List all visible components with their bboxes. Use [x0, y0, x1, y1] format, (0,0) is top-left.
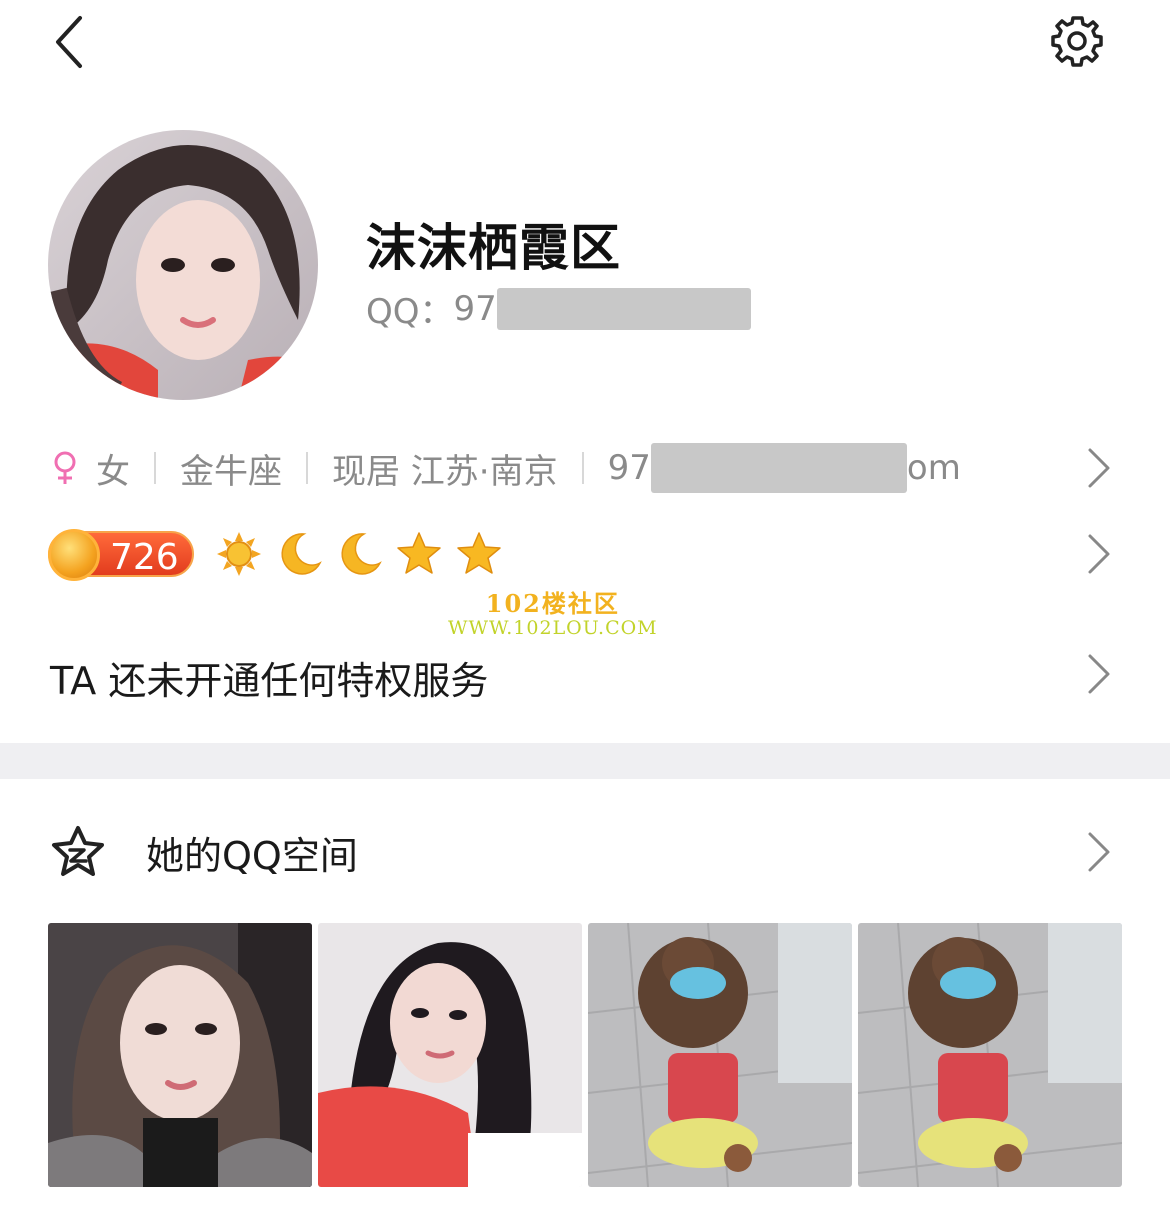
location-text: 现居 江苏·南京: [332, 451, 558, 492]
star-icon: [397, 532, 441, 574]
level-badge: 726: [48, 529, 194, 581]
watermark-url: WWW.102LOU.COM: [448, 617, 658, 639]
divider: [306, 452, 308, 484]
gender-text: 女: [96, 451, 130, 492]
level-value: 726: [110, 537, 179, 578]
chevron-right-icon: [1088, 832, 1110, 872]
chevron-right-icon: [1088, 448, 1110, 488]
chevron-right-icon: [1088, 654, 1110, 694]
zodiac-text: 金牛座: [180, 451, 282, 492]
top-bar: [0, 0, 1170, 90]
qzone-photo[interactable]: [588, 923, 852, 1187]
chevron-right-icon: [1088, 534, 1110, 574]
divider: [154, 452, 156, 484]
qzone-photo[interactable]: [48, 923, 312, 1187]
level-row[interactable]: 726: [48, 528, 502, 581]
moon-icon: [281, 533, 322, 575]
qzone-star-icon: [52, 826, 104, 876]
back-button[interactable]: [50, 14, 90, 70]
moon-icon: [341, 533, 382, 575]
divider: [581, 452, 584, 484]
watermark-title: 102楼社区: [485, 589, 620, 618]
qq-number: QQ： 97: [366, 284, 751, 333]
email-prefix: 97: [607, 448, 651, 488]
settings-button[interactable]: [1050, 14, 1104, 68]
qzone-label: 她的QQ空间: [146, 833, 358, 878]
chevron-left-icon: [56, 16, 82, 68]
sun-icon: [217, 532, 261, 576]
qq-redaction: [496, 287, 751, 330]
qq-label: QQ：: [366, 292, 454, 332]
info-row[interactable]: 女 金牛座 现居 江苏·南京 97 om: [50, 440, 1120, 496]
star-icon: [457, 532, 501, 574]
avatar[interactable]: [48, 130, 318, 400]
section-divider: [0, 743, 1170, 779]
nickname: 沫沫栖霞区: [366, 219, 621, 277]
email-redaction: [650, 443, 907, 493]
female-icon: [54, 451, 76, 484]
qzone-photo[interactable]: [318, 923, 582, 1187]
qzone-photo[interactable]: [858, 923, 1122, 1187]
watermark: 102楼社区 WWW.102LOU.COM: [448, 584, 658, 639]
email-suffix: om: [906, 448, 961, 488]
level-coin-icon: [48, 529, 100, 581]
qq-prefix: 97: [453, 288, 497, 329]
qzone-row[interactable]: 她的QQ空间: [50, 820, 1120, 884]
qzone-photos: [48, 923, 1122, 1187]
gear-icon: [1051, 16, 1103, 67]
privilege-text[interactable]: TA 还未开通任何特权服务: [50, 650, 488, 705]
